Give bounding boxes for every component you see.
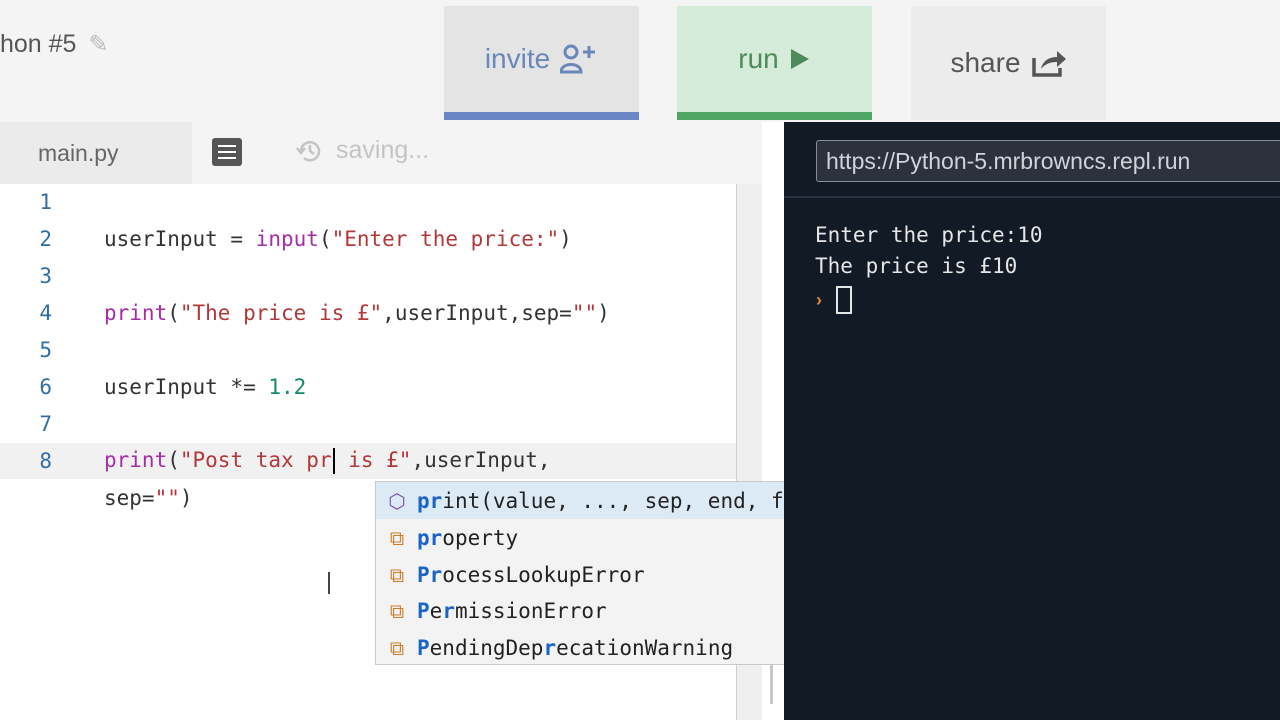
code-line: 6 userInput *= 1.2 [0, 369, 762, 405]
console-panel: https://Python-5.mrbrowncs.repl.run Ente… [784, 122, 1280, 720]
line-number: 7 [39, 412, 52, 436]
splitter-handle[interactable] [770, 664, 773, 704]
invite-label: invite [484, 43, 551, 74]
project-title-text: hon #5 [0, 30, 77, 58]
project-title[interactable]: hon #5 ✎ [0, 30, 109, 59]
suggestion-text: PermissionError [417, 598, 607, 623]
console-cursor [836, 286, 852, 314]
code-line: 4 print("The price is £",userInput,sep="… [0, 295, 762, 331]
class-icon: ⧉ [389, 598, 405, 623]
class-icon: ⧉ [389, 525, 405, 550]
code-line: 2 userInput = input("Enter the price:") [0, 221, 762, 257]
repl-url-text: https://Python-5.mrbrowncs.repl.run [826, 147, 1191, 174]
code-line: 1 [0, 184, 762, 220]
code-text: sep="") [104, 486, 193, 510]
history-clock-icon [296, 140, 321, 162]
tab-main-py[interactable]: main.py [0, 122, 192, 184]
share-arrow-icon [1031, 51, 1066, 77]
line-number: 1 [39, 190, 52, 214]
code-text: userInput = input("Enter the price:") [104, 227, 572, 251]
saving-label: saving... [336, 136, 430, 164]
code-text: userInput *= 1.2 [104, 375, 307, 399]
share-button[interactable]: share [911, 6, 1106, 120]
mouse-ibeam-cursor [328, 572, 336, 594]
code-line-active: 8 print("Post tax pr is £",userInput, [0, 443, 762, 479]
tab-label: main.py [38, 139, 119, 166]
class-icon: ⧉ [389, 562, 405, 587]
console-output-line: The price is £10 [815, 254, 1018, 278]
line-number: 8 [39, 449, 52, 473]
edit-pencil-icon[interactable]: ✎ [88, 30, 108, 59]
text-caret [332, 448, 335, 474]
class-icon: ⧉ [389, 635, 405, 660]
repl-url-field[interactable]: https://Python-5.mrbrowncs.repl.run [816, 140, 1280, 182]
play-icon [790, 49, 809, 69]
share-label: share [950, 47, 1021, 78]
suggestion-text: ProcessLookupError [417, 562, 645, 587]
line-number: 6 [39, 375, 52, 399]
code-line: 3 [0, 258, 762, 294]
run-button[interactable]: run [677, 6, 872, 120]
file-list-icon[interactable] [212, 138, 242, 166]
console-prompt[interactable]: › [816, 286, 852, 314]
console-output-line: Enter the price:10 [815, 223, 1043, 247]
code-line: 7 [0, 406, 762, 442]
code-text: print("Post tax pr is £",userInput, [104, 448, 551, 474]
prompt-chevron-icon: › [816, 289, 822, 310]
add-user-icon [560, 44, 596, 74]
method-cube-icon: ⬡ [388, 488, 406, 513]
saving-status: saving... [296, 136, 429, 165]
editor-tab-bar: main.py saving... [0, 122, 762, 184]
suggestion-text: property [417, 525, 519, 550]
line-number: 2 [39, 227, 52, 251]
console-divider [784, 196, 1280, 198]
top-bar: hon #5 ✎ invite run share [0, 0, 1280, 122]
invite-button[interactable]: invite [444, 6, 639, 120]
code-text: print("The price is £",userInput,sep="") [104, 301, 610, 325]
line-number: 3 [39, 264, 52, 288]
line-number: 5 [39, 338, 52, 362]
console-output: Enter the price:10 The price is £10 [815, 220, 1043, 282]
suggestion-text: PendingDeprecationWarning [417, 635, 734, 660]
code-line: 5 [0, 332, 762, 368]
line-number: 4 [39, 301, 52, 325]
run-label: run [738, 43, 779, 74]
